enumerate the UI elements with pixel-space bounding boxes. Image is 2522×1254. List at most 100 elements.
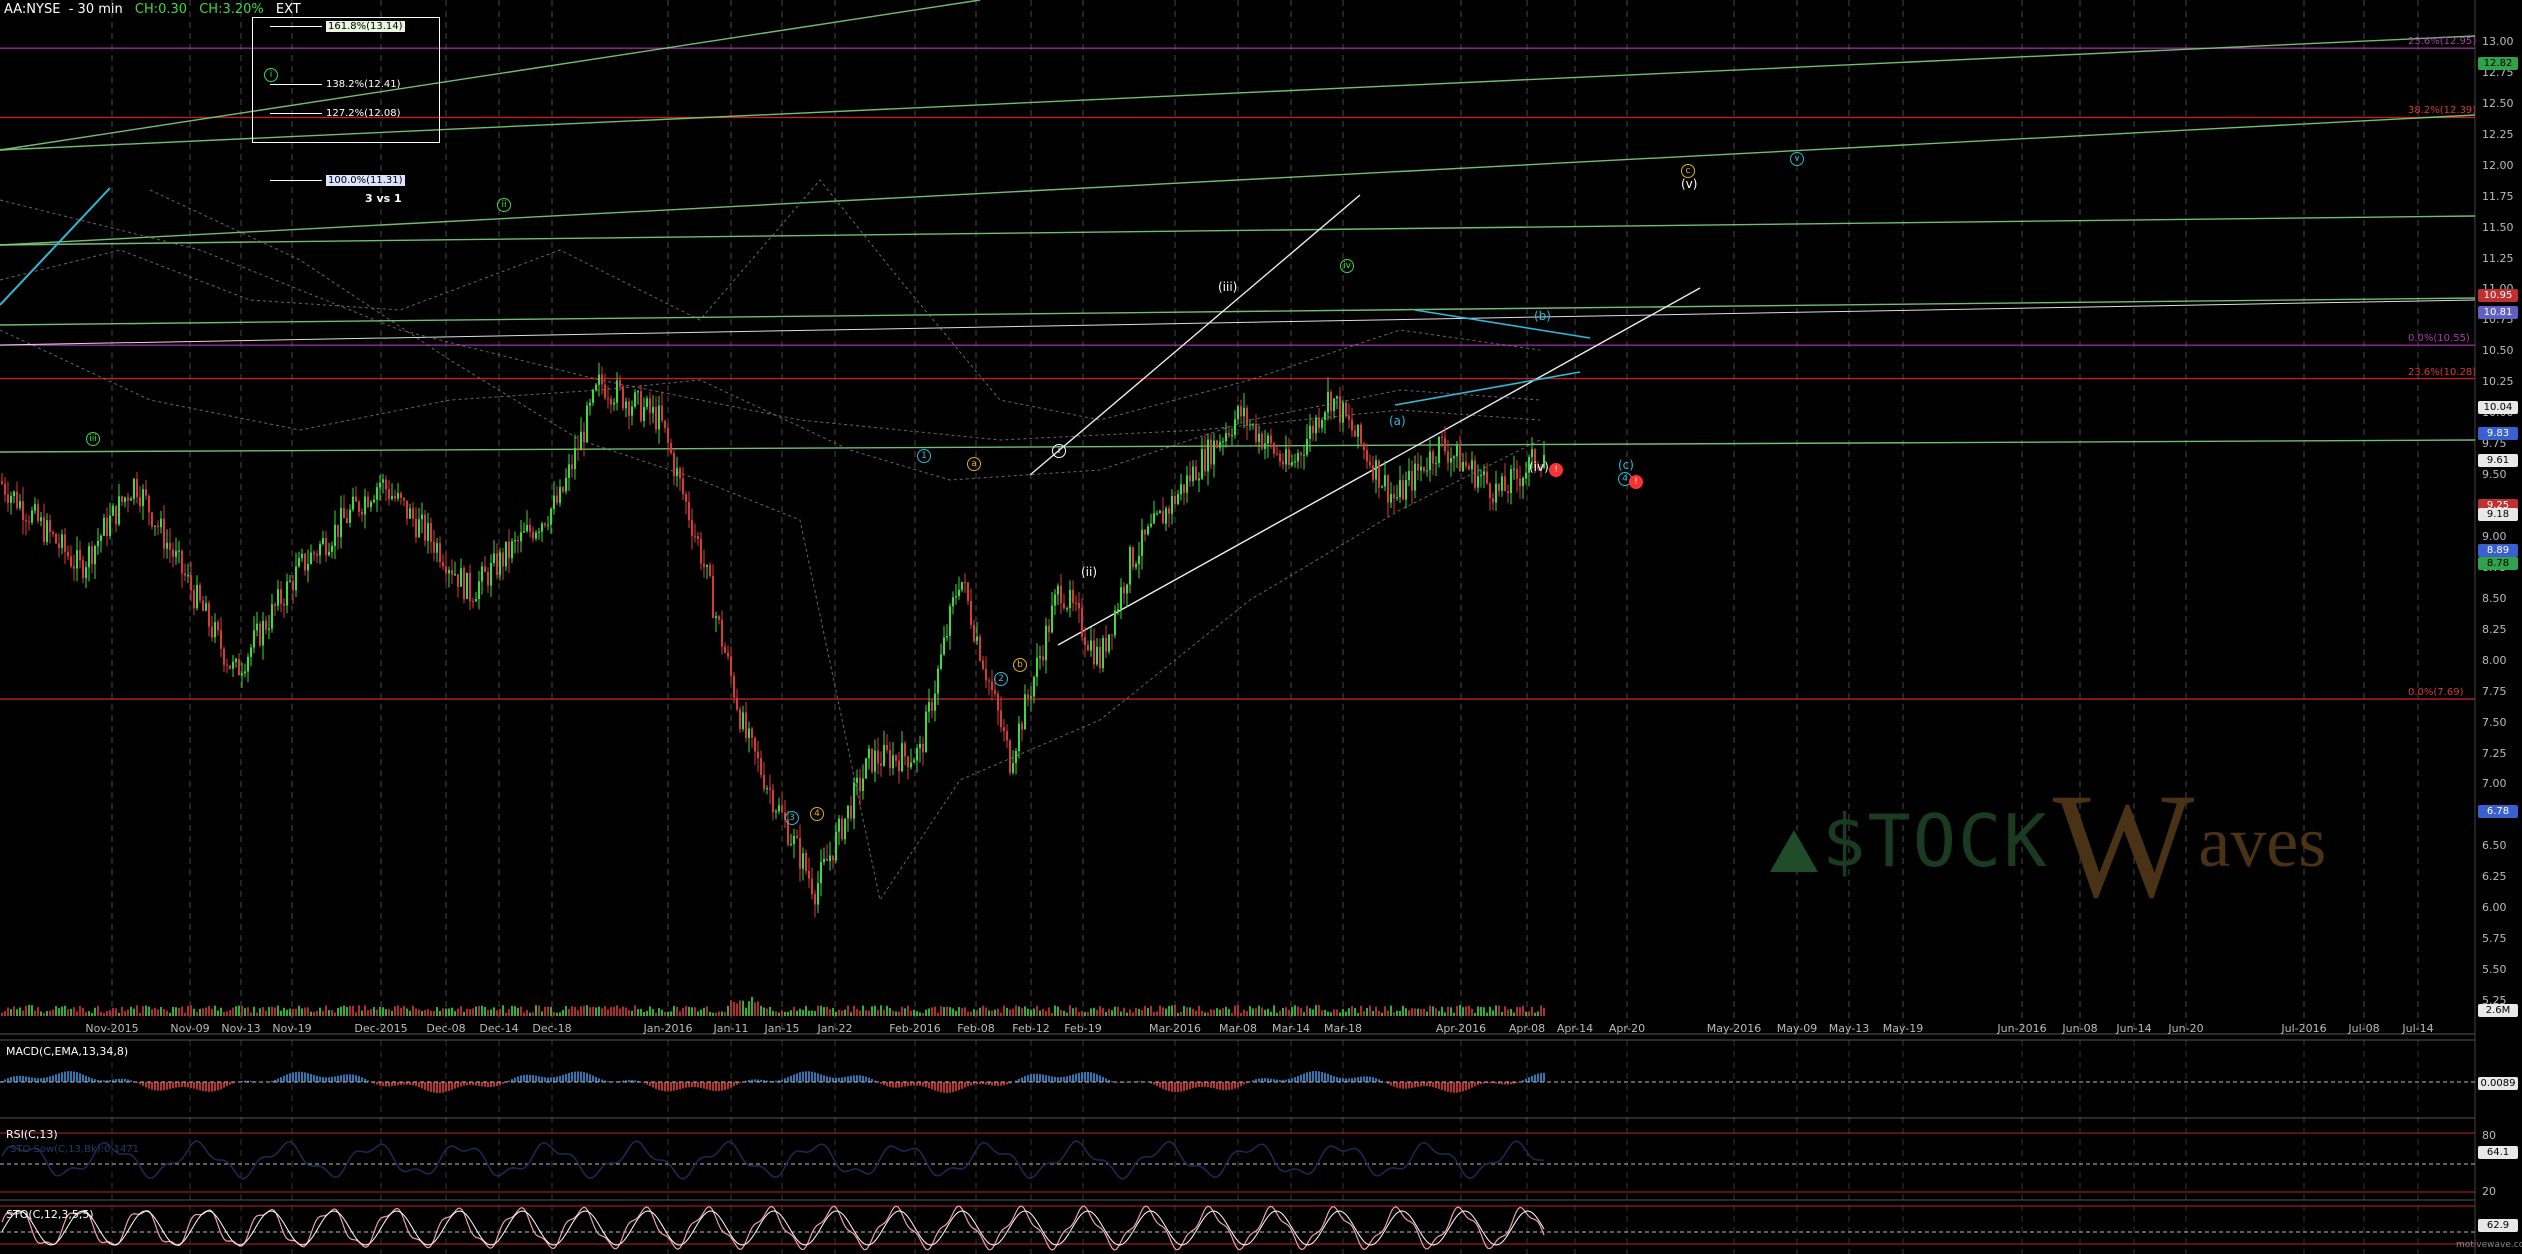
macd-bar (1426, 1082, 1428, 1087)
macd-bar (781, 1079, 783, 1082)
volume-bar (1147, 1007, 1149, 1016)
candlestick-body (1276, 453, 1278, 455)
candlestick-body (922, 743, 924, 753)
macd-bar (904, 1082, 906, 1087)
price-marker-box: 9.61 (2478, 454, 2518, 468)
volume-bar (427, 1009, 429, 1016)
volume-bar (763, 1007, 765, 1016)
macd-bar (1294, 1077, 1296, 1082)
candlestick-body (223, 648, 225, 665)
macd-bar (448, 1082, 450, 1091)
candlestick-body (529, 524, 531, 532)
macd-panel-title[interactable]: MACD(C,EMA,13,34,8) (6, 1045, 128, 1058)
macd-bar (178, 1082, 180, 1088)
volume-bar (733, 1001, 735, 1016)
volume-bar (301, 1008, 303, 1016)
rsi-panel-title[interactable]: RSI(C,13) (6, 1128, 58, 1141)
candlestick-body (463, 568, 465, 599)
macd-bar (790, 1075, 792, 1082)
candlestick-body (157, 525, 159, 528)
candlestick-body (232, 661, 234, 669)
volume-bar (244, 1008, 246, 1016)
candlestick-body (1297, 453, 1299, 462)
volume-bar (40, 1011, 42, 1016)
macd-bar (583, 1072, 585, 1082)
volume-bar (298, 1005, 300, 1016)
volume-bar (253, 1006, 255, 1016)
candlestick-body (1369, 461, 1371, 466)
wave-circle-text: a (967, 457, 981, 471)
volume-bar (598, 1006, 600, 1016)
volume-bar (781, 1010, 783, 1016)
macd-bar (172, 1082, 174, 1089)
volume-bar (556, 1012, 558, 1016)
macd-bar (862, 1075, 864, 1082)
macd-bar (1153, 1082, 1155, 1085)
candlestick-body (121, 496, 123, 502)
price-marker-box: 9.83 (2478, 427, 2518, 441)
macd-bar (1375, 1078, 1377, 1082)
macd-bar (169, 1082, 171, 1090)
candlestick-body (880, 763, 882, 766)
macd-bar (1156, 1082, 1158, 1087)
wave-circle-text: v (1790, 152, 1804, 166)
volume-bar (259, 1008, 261, 1016)
macd-bar (55, 1074, 57, 1082)
macd-bar (967, 1082, 969, 1087)
price-axis-label: 8.25 (2482, 622, 2507, 636)
symbol-label[interactable]: AA:NYSE (4, 2, 60, 17)
price-chart-canvas[interactable] (0, 0, 2522, 1254)
date-axis-label: Mar-08 (1218, 1022, 1258, 1035)
candlestick-body (1354, 430, 1356, 437)
candlestick-body (769, 788, 771, 790)
chart-header: AA:NYSE - 30 min CH:0.30 CH:3.20% EXT (4, 2, 301, 17)
candlestick-body (751, 728, 753, 738)
macd-bar (1087, 1071, 1089, 1082)
macd-bar (1423, 1082, 1425, 1087)
candlestick-body (1426, 470, 1428, 472)
macd-bar (1228, 1082, 1230, 1091)
volume-bar (754, 1002, 756, 1016)
candlestick-body (553, 495, 555, 509)
candlestick-body (187, 575, 189, 577)
volume-bar (1321, 1010, 1323, 1016)
candlestick-body (355, 496, 357, 502)
macd-bar (7, 1078, 9, 1082)
volume-bar (595, 1007, 597, 1016)
candlestick-body (193, 590, 195, 609)
macd-bar (343, 1074, 345, 1082)
sto-panel-title[interactable]: STO(C,12,3,5,5) (6, 1208, 94, 1221)
macd-bar (496, 1082, 498, 1087)
volume-bar (109, 1010, 111, 1016)
volume-bar (958, 1007, 960, 1016)
volume-bar (823, 1007, 825, 1016)
candlestick-body (829, 855, 831, 861)
volume-bar (25, 1005, 27, 1016)
candlestick-body (1465, 461, 1467, 466)
candlestick-body (1207, 439, 1209, 472)
candlestick-body (1360, 424, 1362, 444)
volume-bar (1429, 1005, 1431, 1016)
volume-bar (940, 1006, 942, 1016)
volume-bar (1054, 1005, 1056, 1016)
candlestick-body (1030, 696, 1032, 698)
volume-bar (841, 1010, 843, 1016)
volume-bar (1495, 1005, 1497, 1016)
macd-bar (436, 1082, 438, 1093)
candlestick-body (550, 508, 552, 525)
date-axis-label: Jun-20 (2168, 1022, 2204, 1035)
candlestick-body (1525, 472, 1527, 479)
interval-label[interactable]: - 30 min (65, 2, 123, 17)
triangle-line-lower (1394, 371, 1581, 406)
macd-bar (700, 1082, 702, 1088)
candlestick-body (1489, 483, 1491, 499)
volume-bar (154, 1007, 156, 1016)
wave-circle-text: i (264, 68, 278, 82)
candlestick-body (1222, 441, 1224, 443)
volume-bar (607, 1009, 609, 1016)
macd-bar (1540, 1073, 1542, 1082)
volume-bar (1396, 1010, 1398, 1016)
macd-bar (1243, 1082, 1245, 1085)
candlestick-body (433, 541, 435, 553)
volume-bar (967, 1011, 969, 1016)
